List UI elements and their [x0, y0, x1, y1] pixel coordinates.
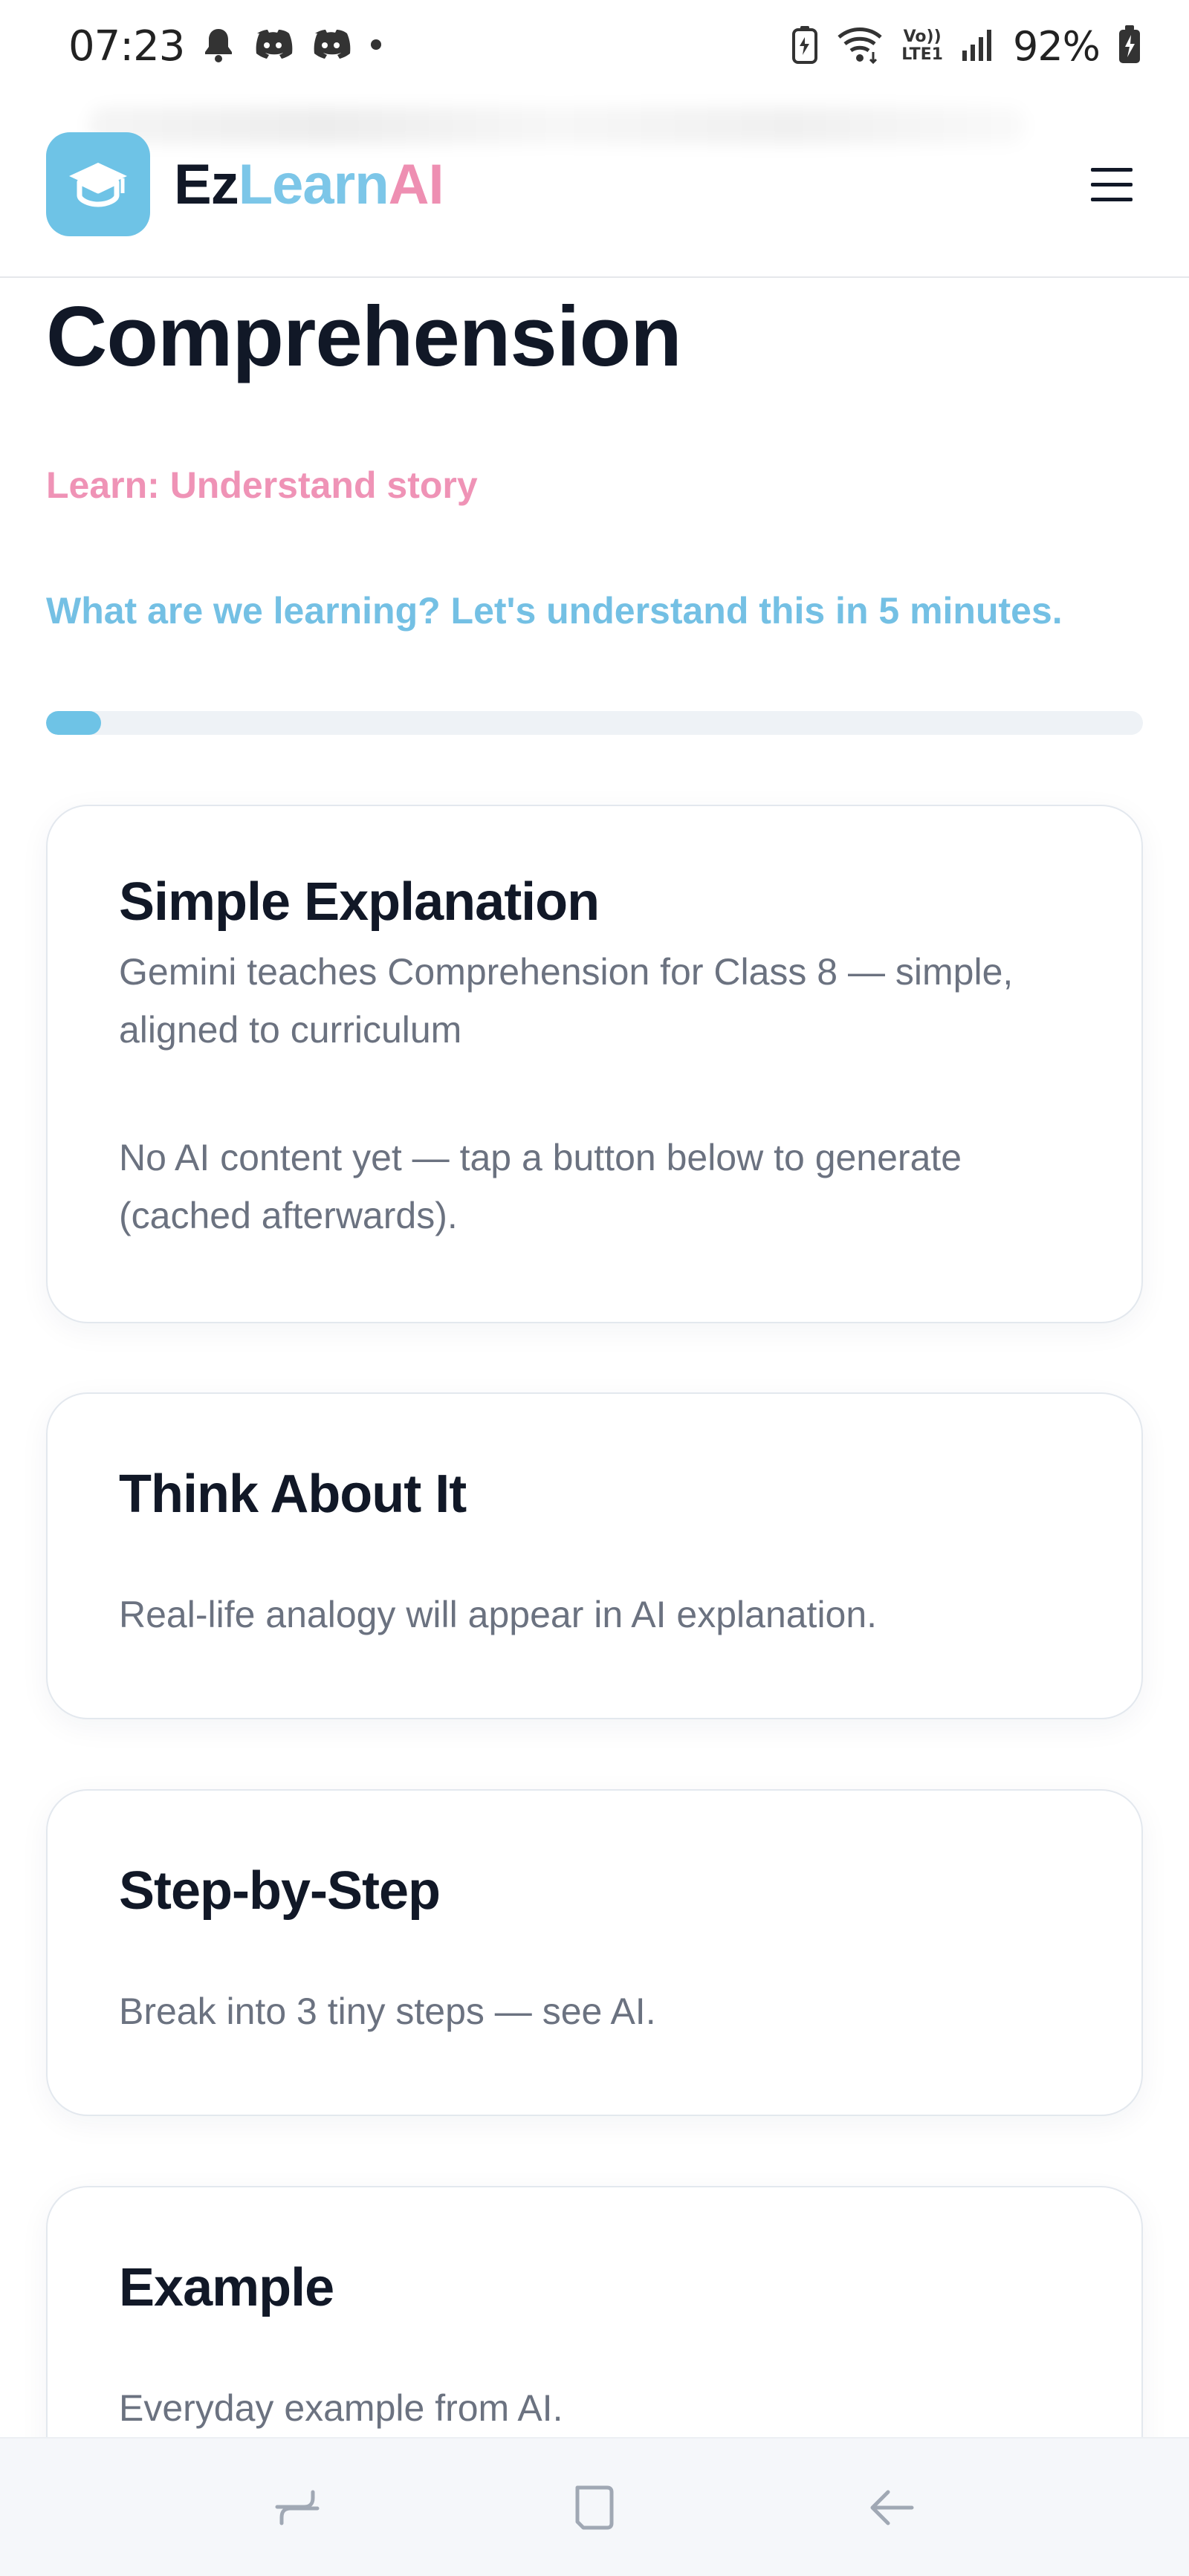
status-right: Vo)) LTE1 92%	[791, 23, 1141, 70]
card-title: Step-by-Step	[119, 1861, 441, 1921]
status-bar: 07:23 Vo)) LTE1 92%	[0, 0, 1189, 92]
home-icon[interactable]	[550, 2463, 639, 2552]
bell-icon	[202, 26, 235, 67]
lesson-progress-fill	[46, 711, 101, 735]
lesson-progress-bar	[46, 711, 1143, 735]
card-title: Example	[119, 2258, 334, 2317]
card-simple-explanation: Simple Explanation Gemini teaches Compre…	[46, 805, 1143, 1323]
discord-icon	[253, 27, 293, 65]
lesson-content[interactable]: Comprehension Learn: Understand story Wh…	[0, 278, 1189, 2437]
card-note: No AI content yet — tap a button below t…	[119, 1137, 962, 1236]
brand-name-ai: AI	[388, 152, 444, 216]
card-text: Everyday example from AI.	[119, 2387, 563, 2429]
volte-label-top: Vo))	[903, 27, 942, 46]
brand-logo[interactable]: EzLearnAI	[46, 132, 444, 236]
card-title: Think About It	[119, 1464, 467, 1524]
card-think-about-it: Think About It Real-life analogy will ap…	[46, 1392, 1143, 1719]
brand-name-learn: Learn	[238, 152, 389, 216]
battery-percent: 92%	[1012, 22, 1101, 70]
dot-icon	[369, 37, 383, 56]
intro-text: What are we learning? Let's understand t…	[46, 590, 1063, 632]
signal-icon	[961, 27, 995, 66]
wifi-icon	[836, 25, 884, 68]
card-title: Simple Explanation	[119, 872, 600, 932]
app-screen: 07:23 Vo)) LTE1 92% EzLearnAI Comprehens…	[0, 0, 1189, 2576]
learn-objective: Learn: Understand story	[46, 464, 478, 506]
brand-name: EzLearnAI	[174, 152, 444, 217]
discord-icon	[311, 27, 351, 65]
graduation-cap-icon	[46, 132, 150, 236]
system-nav-bar	[0, 2437, 1189, 2576]
back-icon[interactable]	[847, 2463, 936, 2552]
card-step-by-step: Step-by-Step Break into 3 tiny steps — s…	[46, 1789, 1143, 2116]
page-title: Comprehension	[46, 290, 682, 384]
battery-saver-icon	[791, 25, 818, 68]
card-text: Break into 3 tiny steps — see AI.	[119, 1991, 656, 2032]
status-left: 07:23	[68, 22, 383, 71]
volte-label-bottom: LTE1	[901, 45, 943, 64]
card-description: Gemini teaches Comprehension for Class 8…	[119, 951, 1014, 1051]
volte-icon: Vo)) LTE1	[901, 28, 943, 64]
battery-charging-icon	[1118, 25, 1141, 68]
status-time: 07:23	[68, 22, 185, 71]
hamburger-menu-icon[interactable]	[1082, 155, 1141, 214]
card-example: Example Everyday example from AI.	[46, 2186, 1143, 2437]
recent-apps-icon[interactable]	[253, 2463, 342, 2552]
card-text: Real-life analogy will appear in AI expl…	[119, 1594, 878, 1635]
app-header: EzLearnAI	[0, 92, 1189, 278]
brand-name-ez: Ez	[174, 152, 239, 216]
